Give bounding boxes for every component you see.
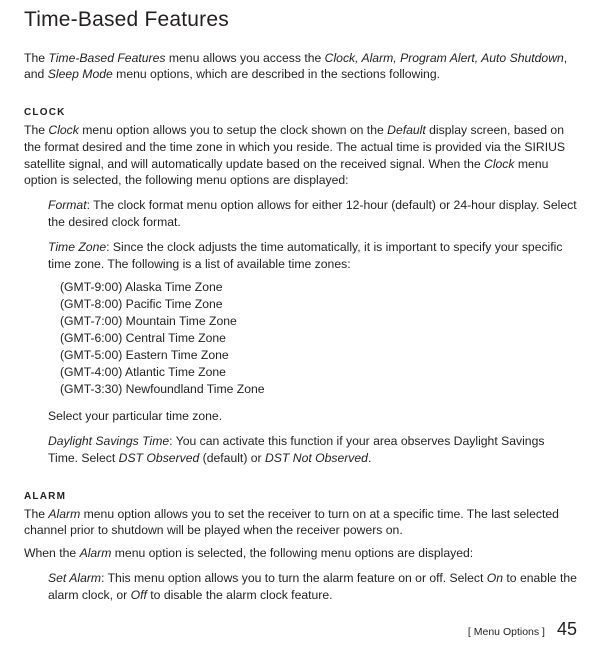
text-italic: Clock — [48, 123, 78, 137]
alarm-setalarm-item: Set Alarm: This menu option allows you t… — [48, 570, 577, 604]
text-italic: Format — [48, 198, 87, 212]
list-item: (GMT-5:00) Eastern Time Zone — [60, 347, 577, 364]
list-item: (GMT-3:30) Newfoundland Time Zone — [60, 381, 577, 398]
page-footer: [ Menu Options ] 45 — [468, 619, 577, 640]
text: The — [24, 507, 48, 521]
list-item: (GMT-9:00) Alaska Time Zone — [60, 279, 577, 296]
text-italic: Clock — [484, 157, 514, 171]
text: . — [368, 451, 371, 465]
text-italic: Off — [131, 588, 147, 602]
list-item: (GMT-4:00) Atlantic Time Zone — [60, 364, 577, 381]
clock-format-item: Format: The clock format menu option all… — [48, 197, 577, 231]
text-italic: Set Alarm — [48, 571, 101, 585]
clock-paragraph: The Clock menu option allows you to setu… — [24, 122, 577, 189]
timezone-list: (GMT-9:00) Alaska Time Zone (GMT-8:00) P… — [60, 279, 577, 399]
text: The — [24, 123, 48, 137]
footer-label: [ Menu Options ] — [468, 626, 545, 638]
text: : The clock format menu option allows fo… — [48, 198, 577, 229]
clock-section-header: CLOCK — [24, 107, 577, 118]
text: menu option allows you to set the receiv… — [24, 507, 559, 538]
text: When the — [24, 546, 80, 560]
text: to disable the alarm clock feature. — [147, 588, 333, 602]
text: menu option is selected, the following m… — [111, 546, 473, 560]
text-italic: On — [487, 571, 503, 585]
text-italic: Time Zone — [48, 240, 106, 254]
text-italic: Alarm — [48, 507, 80, 521]
text-italic: Sleep Mode — [48, 67, 113, 81]
alarm-paragraph-1: The Alarm menu option allows you to set … — [24, 506, 577, 540]
page-title: Time-Based Features — [24, 8, 577, 32]
text-italic: Alarm — [80, 546, 112, 560]
text: menu allows you access the — [165, 51, 324, 65]
text: menu option allows you to setup the cloc… — [79, 123, 387, 137]
text: The — [24, 51, 48, 65]
text: (default) or — [199, 451, 265, 465]
list-item: (GMT-6:00) Central Time Zone — [60, 330, 577, 347]
clock-timezone-item: Time Zone: Since the clock adjusts the t… — [48, 239, 577, 273]
text-italic: DST Observed — [119, 451, 200, 465]
text-italic: Daylight Savings Time — [48, 434, 169, 448]
list-item: (GMT-8:00) Pacific Time Zone — [60, 296, 577, 313]
text: menu options, which are described in the… — [113, 67, 440, 81]
select-timezone-text: Select your particular time zone. — [48, 408, 577, 425]
alarm-paragraph-2: When the Alarm menu option is selected, … — [24, 545, 577, 562]
page-number: 45 — [557, 619, 577, 640]
intro-paragraph: The Time-Based Features menu allows you … — [24, 50, 577, 83]
text-italic: DST Not Observed — [265, 451, 368, 465]
text-italic: Clock, Alarm, Program Alert, Auto Shutdo… — [325, 51, 564, 65]
text: : Since the clock adjusts the time autom… — [48, 240, 562, 271]
list-item: (GMT-7:00) Mountain Time Zone — [60, 313, 577, 330]
text: : This menu option allows you to turn th… — [101, 571, 487, 585]
text-italic: Time-Based Features — [48, 51, 165, 65]
alarm-section-header: ALARM — [24, 491, 577, 502]
text-italic: Default — [387, 123, 426, 137]
clock-dst-item: Daylight Savings Time: You can activate … — [48, 433, 577, 467]
